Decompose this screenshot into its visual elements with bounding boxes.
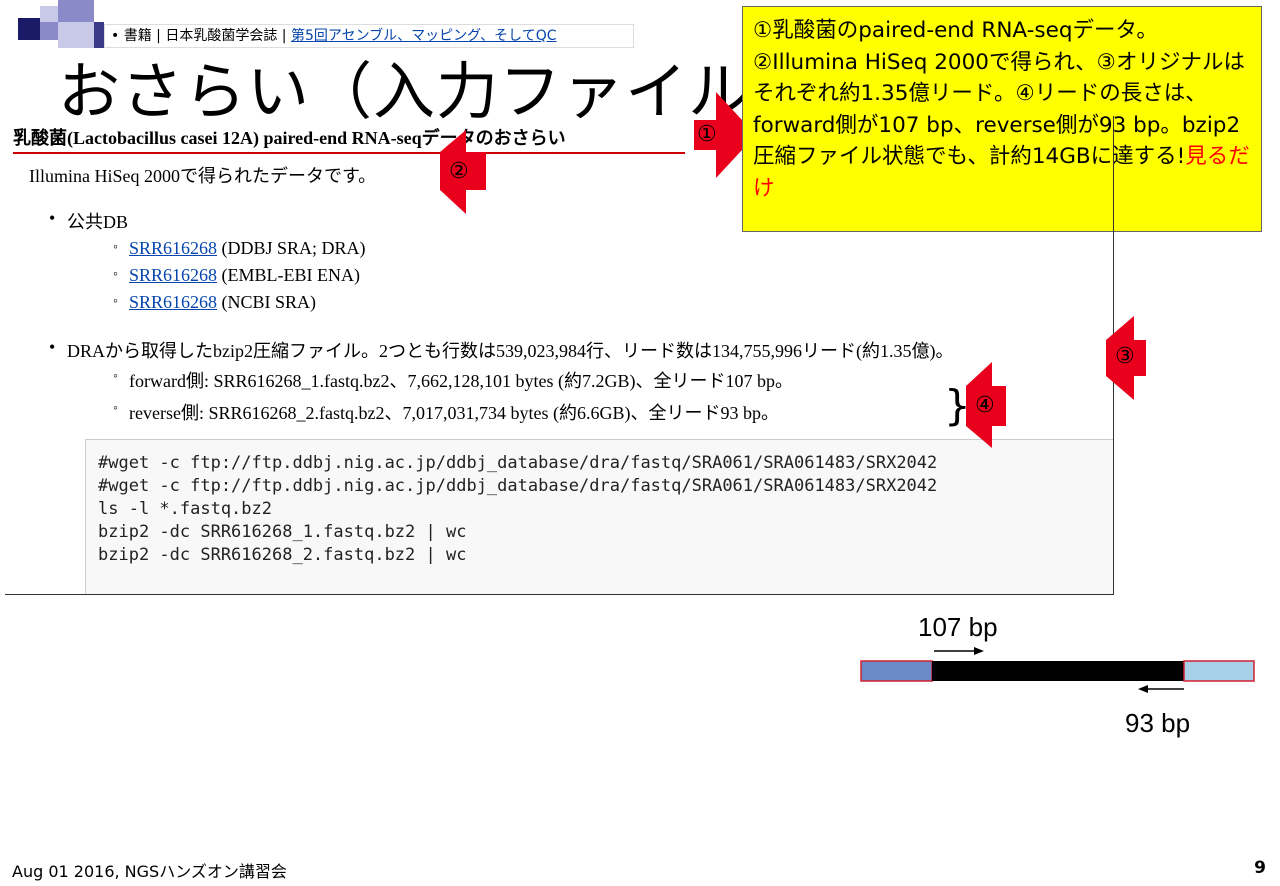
reverse-read-segment bbox=[1183, 660, 1255, 682]
decor-square bbox=[58, 0, 94, 22]
decor-square bbox=[18, 18, 40, 40]
code-line: bzip2 -dc SRR616268_1.fastq.bz2 | wc bbox=[98, 522, 467, 542]
decor-square bbox=[94, 22, 104, 48]
marker-3-label: ③ bbox=[1115, 344, 1135, 369]
decor-square bbox=[40, 6, 58, 22]
panel-intro: Illumina HiSeq 2000で得られたデータです。 bbox=[29, 166, 377, 186]
dra-description: DRAから取得したbzip2圧縮ファイル。2つとも行数は539,023,984行… bbox=[49, 337, 953, 363]
marker-4-label: ④ bbox=[975, 393, 995, 418]
code-line: #wget -c ftp://ftp.ddbj.nig.ac.jp/ddbj_d… bbox=[98, 476, 938, 496]
code-line: bzip2 -dc SRR616268_2.fastq.bz2 | wc bbox=[98, 545, 467, 565]
decor-square bbox=[40, 22, 58, 40]
read-diagram bbox=[860, 647, 1255, 693]
panel-heading: 乳酸菌(Lactobacillus casei 12A) paired-end … bbox=[13, 124, 685, 154]
footer-date: Aug 01 2016, NGSハンズオン講習会 bbox=[12, 862, 287, 881]
decor-square bbox=[58, 22, 94, 48]
db-link-item: SRR616268 (EMBL-EBI ENA) bbox=[113, 265, 1015, 286]
insert-segment bbox=[932, 661, 1184, 681]
breadcrumb: • 書籍 | 日本乳酸菌学会誌 | 第5回アセンブル、マッピング、そしてQC bbox=[104, 24, 634, 48]
forward-file-item: forward側: SRR616268_1.fastq.bz2、7,662,12… bbox=[113, 367, 1015, 393]
db-link-item: SRR616268 (DDBJ SRA; DRA) bbox=[113, 238, 1015, 259]
breadcrumb-bullet: • bbox=[111, 28, 120, 44]
reverse-length-label: 93 bp bbox=[1125, 708, 1191, 738]
code-block: #wget -c ftp://ftp.ddbj.nig.ac.jp/ddbj_d… bbox=[85, 439, 1113, 594]
reverse-file-item: reverse側: SRR616268_2.fastq.bz2、7,017,03… bbox=[113, 399, 1015, 425]
db-link-item: SRR616268 (NCBI SRA) bbox=[113, 292, 1015, 313]
db-link-suffix: (DDBJ SRA; DRA) bbox=[217, 238, 366, 258]
db-link-suffix: (NCBI SRA) bbox=[217, 292, 317, 312]
breadcrumb-link[interactable]: 第5回アセンブル、マッピング、そしてQC bbox=[291, 28, 557, 44]
code-line: #wget -c ftp://ftp.ddbj.nig.ac.jp/ddbj_d… bbox=[98, 453, 938, 473]
forward-length-label: 107 bp bbox=[918, 612, 998, 642]
db-link[interactable]: SRR616268 bbox=[129, 265, 217, 285]
marker-1-label: ① bbox=[697, 122, 717, 147]
page-number: 9 bbox=[1254, 858, 1266, 878]
public-db-label: 公共DB bbox=[49, 208, 953, 234]
content-panel: 乳酸菌(Lactobacillus casei 12A) paired-end … bbox=[5, 116, 1114, 595]
marker-2-label: ② bbox=[449, 159, 469, 184]
panel-list: 公共DB SRR616268 (DDBJ SRA; DRA) SRR616268… bbox=[49, 208, 953, 425]
forward-read-segment bbox=[860, 660, 933, 682]
db-link[interactable]: SRR616268 bbox=[129, 292, 217, 312]
breadcrumb-prefix: 書籍 | 日本乳酸菌学会誌 | bbox=[123, 28, 291, 44]
code-line: ls -l *.fastq.bz2 bbox=[98, 499, 272, 519]
db-link[interactable]: SRR616268 bbox=[129, 238, 217, 258]
db-link-suffix: (EMBL-EBI ENA) bbox=[217, 265, 361, 285]
